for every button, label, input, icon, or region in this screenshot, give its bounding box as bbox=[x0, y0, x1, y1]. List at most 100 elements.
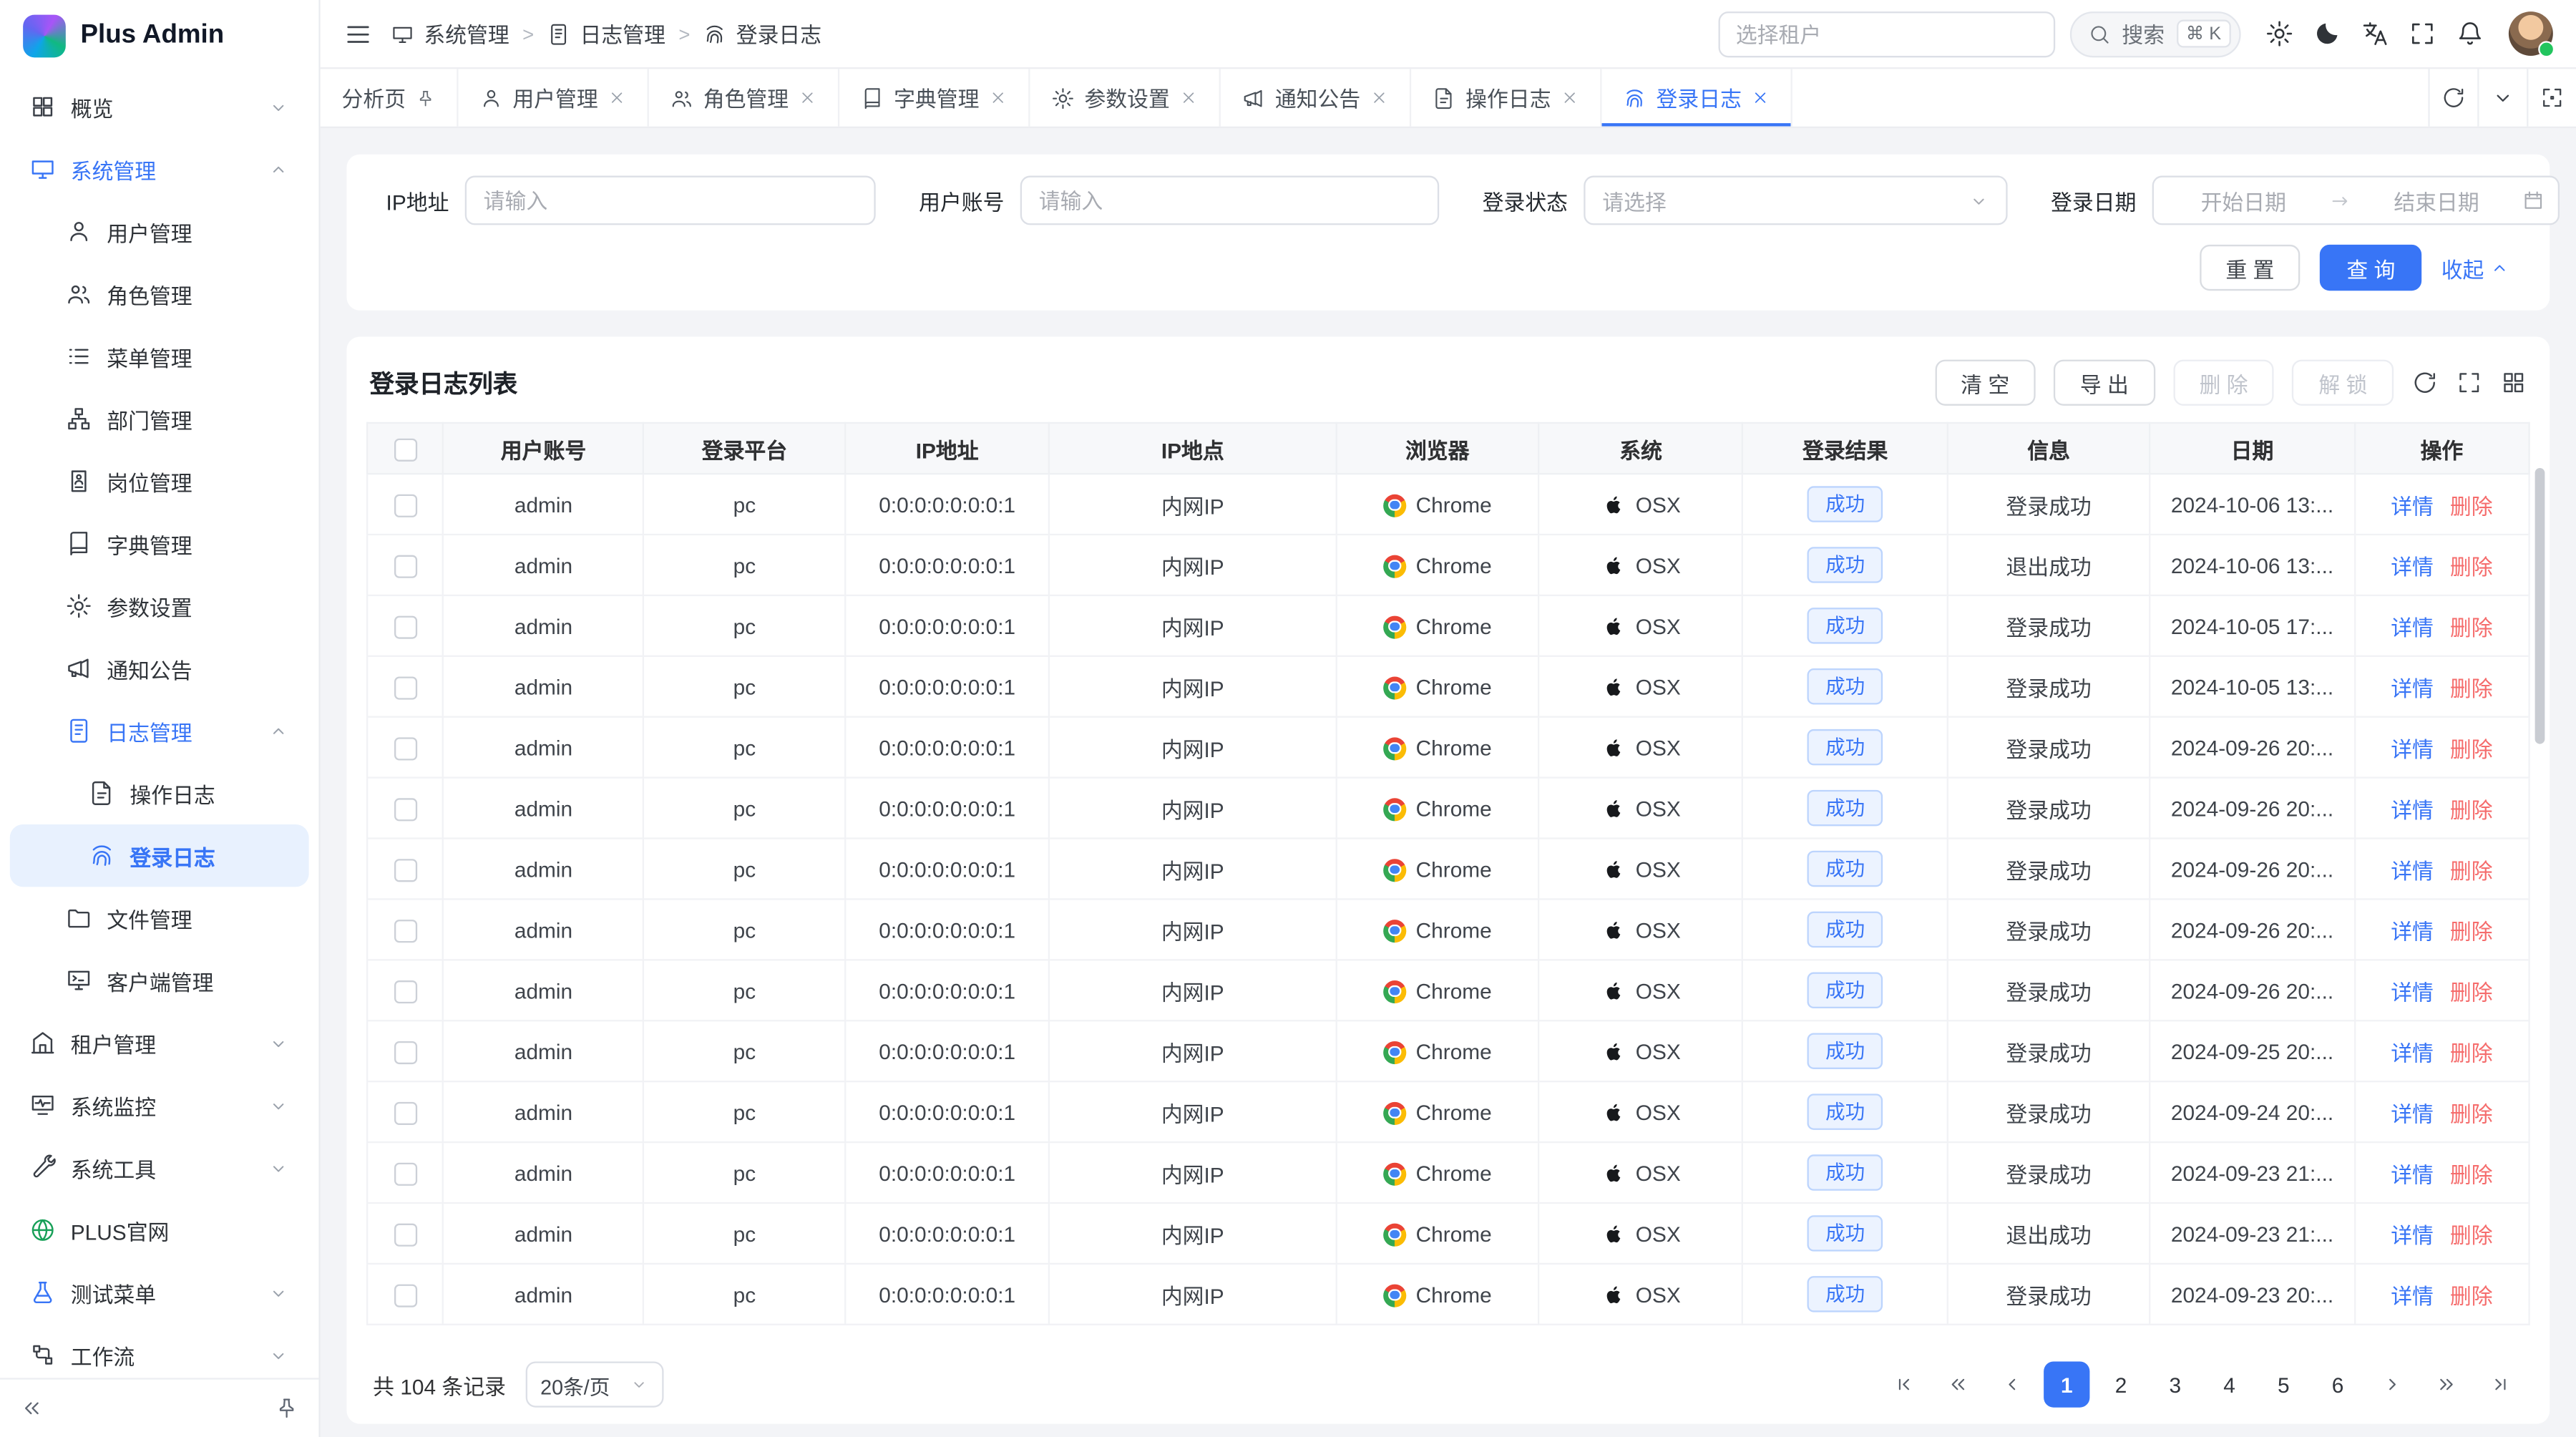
tab-options-button[interactable] bbox=[2477, 69, 2527, 126]
page-button-2[interactable]: 2 bbox=[2098, 1361, 2144, 1407]
last-page-button[interactable] bbox=[2477, 1361, 2523, 1407]
close-tab-icon[interactable] bbox=[799, 89, 816, 107]
tab-login-log[interactable]: 登录日志 bbox=[1602, 69, 1792, 126]
table-scrollbar[interactable] bbox=[2535, 468, 2545, 744]
detail-link[interactable]: 详情 bbox=[2391, 494, 2434, 518]
row-checkbox[interactable] bbox=[394, 555, 416, 578]
delete-link[interactable]: 删除 bbox=[2450, 1283, 2493, 1307]
sidebar-item-file-mgmt[interactable]: 文件管理 bbox=[10, 887, 309, 949]
delete-link[interactable]: 删除 bbox=[2450, 1101, 2493, 1126]
delete-link[interactable]: 删除 bbox=[2450, 555, 2493, 579]
row-checkbox[interactable] bbox=[394, 1162, 416, 1185]
refresh-table-button[interactable] bbox=[2411, 369, 2438, 396]
delete-link[interactable]: 删除 bbox=[2450, 919, 2493, 943]
row-checkbox[interactable] bbox=[394, 859, 416, 882]
global-search[interactable]: 搜索 ⌘ K bbox=[2069, 11, 2241, 57]
row-checkbox[interactable] bbox=[394, 737, 416, 760]
tab-analysis[interactable]: 分析页 bbox=[321, 69, 459, 126]
delete-link[interactable]: 删除 bbox=[2450, 858, 2493, 882]
detail-link[interactable]: 详情 bbox=[2391, 1041, 2434, 1065]
sidebar-item-user-mgmt[interactable]: 用户管理 bbox=[10, 200, 309, 263]
page-button-4[interactable]: 4 bbox=[2206, 1361, 2252, 1407]
page-button-5[interactable]: 5 bbox=[2260, 1361, 2306, 1407]
sidebar-item-plus-site[interactable]: PLUS官网 bbox=[10, 1199, 309, 1261]
row-checkbox[interactable] bbox=[394, 1101, 416, 1124]
tab-role-mgmt[interactable]: 角色管理 bbox=[649, 69, 839, 126]
login-status-select[interactable]: 请选择 bbox=[1584, 176, 2008, 225]
detail-link[interactable]: 详情 bbox=[2391, 615, 2434, 639]
sidebar-item-test-menu[interactable]: 测试菜单 bbox=[10, 1261, 309, 1323]
tab-notice[interactable]: 通知公告 bbox=[1221, 69, 1411, 126]
column-header-7[interactable]: 信息 bbox=[1947, 423, 2150, 474]
delete-link[interactable]: 删除 bbox=[2450, 615, 2493, 639]
close-tab-icon[interactable] bbox=[1752, 89, 1770, 107]
prev-page-button[interactable] bbox=[1989, 1361, 2035, 1407]
row-checkbox[interactable] bbox=[394, 1223, 416, 1246]
page-button-6[interactable]: 6 bbox=[2315, 1361, 2361, 1407]
detail-link[interactable]: 详情 bbox=[2391, 980, 2434, 1004]
sidebar-item-sys-monitor[interactable]: 系统监控 bbox=[10, 1074, 309, 1136]
column-header-8[interactable]: 日期 bbox=[2150, 423, 2355, 474]
export-button[interactable]: 导 出 bbox=[2054, 360, 2155, 406]
delete-link[interactable]: 删除 bbox=[2450, 1162, 2493, 1187]
sidebar-item-tenant-mgmt[interactable]: 租户管理 bbox=[10, 1012, 309, 1074]
refresh-page-button[interactable] bbox=[2428, 69, 2477, 126]
collapse-sidebar-button[interactable] bbox=[20, 1396, 44, 1421]
delete-link[interactable]: 删除 bbox=[2450, 980, 2493, 1004]
translate-button[interactable] bbox=[2351, 10, 2399, 58]
column-header-3[interactable]: IP地点 bbox=[1049, 423, 1336, 474]
content-fullscreen-button[interactable] bbox=[2527, 69, 2576, 126]
row-checkbox[interactable] bbox=[394, 615, 416, 638]
delete-link[interactable]: 删除 bbox=[2450, 494, 2493, 518]
column-settings-button[interactable] bbox=[2500, 369, 2527, 396]
delete-link[interactable]: 删除 bbox=[2450, 797, 2493, 822]
settings-button[interactable] bbox=[2255, 10, 2303, 58]
detail-link[interactable]: 详情 bbox=[2391, 919, 2434, 943]
close-tab-icon[interactable] bbox=[1561, 89, 1579, 107]
search-button[interactable]: 查 询 bbox=[2321, 245, 2421, 291]
row-checkbox[interactable] bbox=[394, 920, 416, 942]
delete-link[interactable]: 删除 bbox=[2450, 1041, 2493, 1065]
breadcrumb-item[interactable]: 日志管理 bbox=[547, 18, 665, 49]
sidebar-item-client-mgmt[interactable]: 客户端管理 bbox=[10, 949, 309, 1011]
column-header-9[interactable]: 操作 bbox=[2354, 423, 2529, 474]
sidebar-item-system-mgmt[interactable]: 系统管理 bbox=[10, 138, 309, 200]
tab-dict-mgmt[interactable]: 字典管理 bbox=[839, 69, 1030, 126]
detail-link[interactable]: 详情 bbox=[2391, 555, 2434, 579]
page-button-3[interactable]: 3 bbox=[2152, 1361, 2198, 1407]
column-header-2[interactable]: IP地址 bbox=[845, 423, 1050, 474]
fullscreen-table-button[interactable] bbox=[2456, 369, 2482, 396]
delete-link[interactable]: 删除 bbox=[2450, 736, 2493, 761]
next-page-button[interactable] bbox=[2369, 1361, 2415, 1407]
delete-button[interactable]: 删 除 bbox=[2173, 360, 2274, 406]
page-button-1[interactable]: 1 bbox=[2044, 1361, 2089, 1407]
pin-sidebar-button[interactable] bbox=[274, 1396, 298, 1421]
close-tab-icon[interactable] bbox=[1180, 89, 1198, 107]
tab-op-log[interactable]: 操作日志 bbox=[1411, 69, 1601, 126]
detail-link[interactable]: 详情 bbox=[2391, 1283, 2434, 1307]
column-header-4[interactable]: 浏览器 bbox=[1336, 423, 1538, 474]
fullscreen-button[interactable] bbox=[2399, 10, 2446, 58]
row-checkbox[interactable] bbox=[394, 494, 416, 517]
breadcrumb-item[interactable]: 系统管理 bbox=[391, 18, 509, 49]
sidebar-item-param-settings[interactable]: 参数设置 bbox=[10, 575, 309, 637]
ip-address-input[interactable] bbox=[465, 176, 876, 225]
row-checkbox[interactable] bbox=[394, 980, 416, 1003]
sidebar-toggle-button[interactable] bbox=[343, 19, 373, 48]
sidebar-item-notice[interactable]: 通知公告 bbox=[10, 637, 309, 699]
sidebar-item-dict-mgmt[interactable]: 字典管理 bbox=[10, 512, 309, 575]
page-size-select[interactable]: 20条/页 bbox=[526, 1361, 664, 1407]
sidebar-item-overview[interactable]: 概览 bbox=[10, 76, 309, 138]
detail-link[interactable]: 详情 bbox=[2391, 676, 2434, 700]
detail-link[interactable]: 详情 bbox=[2391, 1101, 2434, 1126]
sidebar-item-sys-tools[interactable]: 系统工具 bbox=[10, 1136, 309, 1199]
row-checkbox[interactable] bbox=[394, 676, 416, 699]
logo[interactable]: Plus Admin bbox=[0, 0, 318, 72]
detail-link[interactable]: 详情 bbox=[2391, 736, 2434, 761]
sidebar-item-login-log[interactable]: 登录日志 bbox=[10, 824, 309, 887]
sidebar-item-log-mgmt[interactable]: 日志管理 bbox=[10, 700, 309, 762]
row-checkbox[interactable] bbox=[394, 1284, 416, 1307]
close-tab-icon[interactable] bbox=[1370, 89, 1388, 107]
close-tab-icon[interactable] bbox=[608, 89, 626, 107]
delete-link[interactable]: 删除 bbox=[2450, 1223, 2493, 1247]
